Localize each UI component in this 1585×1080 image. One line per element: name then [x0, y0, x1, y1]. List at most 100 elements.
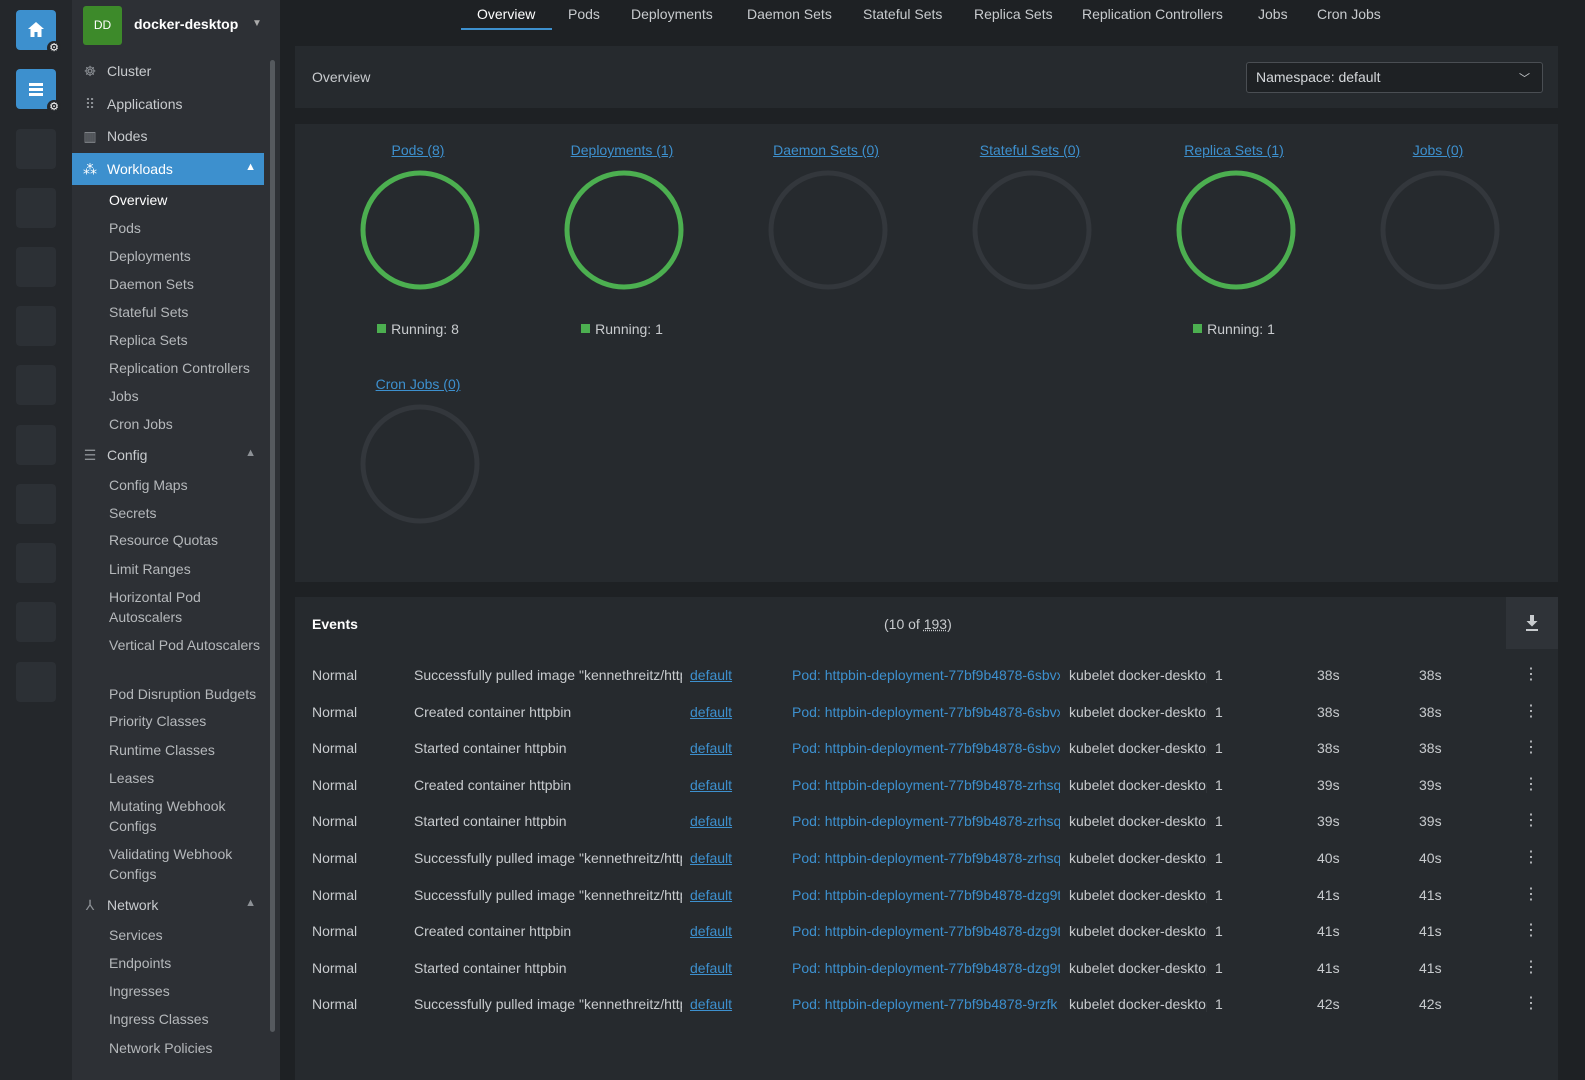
more-menu-icon[interactable]: ⋮ — [1521, 958, 1541, 978]
chart-title-link[interactable]: Stateful Sets (0) — [928, 142, 1132, 158]
table-row[interactable]: Normal Started container httpbin default Po… — [295, 730, 1558, 766]
sidebar-subitem-services[interactable]: Services — [109, 925, 269, 945]
event-namespace-link[interactable]: default — [690, 960, 745, 976]
sidebar-item-config[interactable]: ☰ Config ▲ — [72, 439, 264, 471]
tab-replication-controllers[interactable]: Replication Controllers — [1082, 6, 1223, 30]
sidebar-subitem-ingresses[interactable]: Ingresses — [109, 981, 269, 1001]
tab-pods[interactable]: Pods — [568, 6, 600, 30]
hotbar-slot[interactable] — [16, 247, 56, 287]
table-row[interactable]: Normal Created container httpbin default Po… — [295, 694, 1558, 730]
sidebar-subitem-config-maps[interactable]: Config Maps — [109, 475, 269, 495]
chart-title-link[interactable]: Deployments (1) — [520, 142, 724, 158]
more-menu-icon[interactable]: ⋮ — [1521, 811, 1541, 831]
event-namespace-link[interactable]: default — [690, 850, 745, 866]
more-menu-icon[interactable]: ⋮ — [1521, 702, 1541, 722]
tab-deployments[interactable]: Deployments — [631, 6, 713, 30]
sidebar-subitem-ingress-classes[interactable]: Ingress Classes — [109, 1009, 269, 1029]
sidebar-scrollbar[interactable] — [270, 60, 275, 1032]
event-namespace-link[interactable]: default — [690, 704, 745, 720]
sidebar-subitem-overview[interactable]: Overview — [109, 190, 269, 210]
table-row[interactable]: Normal Successfully pulled image "kenneth… — [295, 877, 1558, 913]
hotbar-slot[interactable] — [16, 306, 56, 346]
chart-title-link[interactable]: Daemon Sets (0) — [724, 142, 928, 158]
sidebar-item-applications[interactable]: ⠿ Applications — [72, 88, 264, 120]
event-namespace-link[interactable]: default — [690, 667, 745, 683]
event-involved-object-link[interactable]: Pod: httpbin-deployment-77bf9b4878-dzg9t — [792, 887, 1060, 903]
sidebar-subitem-jobs[interactable]: Jobs — [109, 386, 269, 406]
event-involved-object-link[interactable]: Pod: httpbin-deployment-77bf9b4878-9rzfk — [792, 996, 1060, 1012]
sidebar-subitem-mutating-webhooks[interactable]: Mutating Webhook Configs — [109, 796, 269, 836]
cluster-hotbar-button[interactable]: ⚙ — [16, 69, 61, 114]
table-row[interactable]: Normal Successfully pulled image "kenneth… — [295, 840, 1558, 876]
table-row[interactable]: Normal Started container httpbin default Po… — [295, 950, 1558, 986]
cluster-switcher[interactable]: DD docker-desktop ▼ — [72, 0, 280, 52]
table-row[interactable]: Normal Started container httpbin default Po… — [295, 803, 1558, 839]
events-count-total[interactable]: 193 — [924, 616, 947, 632]
hotbar-slot[interactable] — [16, 662, 56, 702]
more-menu-icon[interactable]: ⋮ — [1521, 665, 1541, 685]
event-involved-object-link[interactable]: Pod: httpbin-deployment-77bf9b4878-zrhsq — [792, 850, 1060, 866]
event-namespace-link[interactable]: default — [690, 777, 745, 793]
sidebar-subitem-leases[interactable]: Leases — [109, 768, 269, 788]
chart-title-link[interactable]: Replica Sets (1) — [1132, 142, 1336, 158]
namespace-select[interactable]: Namespace: default ﹀ — [1246, 62, 1543, 93]
sidebar-subitem-network-policies[interactable]: Network Policies — [109, 1038, 269, 1058]
sidebar-subitem-daemon-sets[interactable]: Daemon Sets — [109, 274, 269, 294]
event-involved-object-link[interactable]: Pod: httpbin-deployment-77bf9b4878-dzg9t — [792, 960, 1060, 976]
event-namespace-link[interactable]: default — [690, 887, 745, 903]
sidebar-subitem-pdb[interactable]: Pod Disruption Budgets — [109, 684, 269, 704]
event-namespace-link[interactable]: default — [690, 996, 745, 1012]
hotbar-slot[interactable] — [16, 365, 56, 405]
more-menu-icon[interactable]: ⋮ — [1521, 885, 1541, 905]
sidebar-item-cluster[interactable]: ☸ Cluster — [72, 55, 264, 87]
hotbar-slot[interactable] — [16, 188, 56, 228]
event-involved-object-link[interactable]: Pod: httpbin-deployment-77bf9b4878-6sbvx — [792, 740, 1060, 756]
more-menu-icon[interactable]: ⋮ — [1521, 775, 1541, 795]
sidebar-subitem-cron-jobs[interactable]: Cron Jobs — [109, 414, 269, 434]
more-menu-icon[interactable]: ⋮ — [1521, 848, 1541, 868]
event-involved-object-link[interactable]: Pod: httpbin-deployment-77bf9b4878-6sbvx — [792, 667, 1060, 683]
sidebar-subitem-endpoints[interactable]: Endpoints — [109, 953, 269, 973]
hotbar-slot[interactable] — [16, 484, 56, 524]
sidebar-subitem-replication-controllers[interactable]: Replication Controllers — [109, 358, 269, 378]
hotbar-slot[interactable] — [16, 129, 56, 169]
more-menu-icon[interactable]: ⋮ — [1521, 994, 1541, 1014]
tab-overview[interactable]: Overview — [477, 6, 535, 30]
sidebar-item-nodes[interactable]: ▥ Nodes — [72, 120, 264, 152]
sidebar-subitem-pods[interactable]: Pods — [109, 218, 269, 238]
event-namespace-link[interactable]: default — [690, 813, 745, 829]
table-row[interactable]: Normal Successfully pulled image "kenneth… — [295, 657, 1558, 693]
hotbar-slot[interactable] — [16, 543, 56, 583]
tab-daemon-sets[interactable]: Daemon Sets — [747, 6, 832, 30]
more-menu-icon[interactable]: ⋮ — [1521, 921, 1541, 941]
event-involved-object-link[interactable]: Pod: httpbin-deployment-77bf9b4878-dzg9t — [792, 923, 1060, 939]
sidebar-subitem-stateful-sets[interactable]: Stateful Sets — [109, 302, 269, 322]
sidebar-subitem-replica-sets[interactable]: Replica Sets — [109, 330, 269, 350]
sidebar-item-network[interactable]: ⅄ Network ▲ — [72, 889, 264, 921]
hotbar-slot[interactable] — [16, 425, 56, 465]
chart-title-link[interactable]: Cron Jobs (0) — [316, 376, 520, 392]
hotbar-slot[interactable] — [16, 602, 56, 642]
table-row[interactable]: Normal Successfully pulled image "kenneth… — [295, 986, 1558, 1022]
table-row[interactable]: Normal Created container httpbin default Po… — [295, 913, 1558, 949]
sidebar-subitem-validating-webhooks[interactable]: Validating Webhook Configs — [109, 844, 269, 884]
table-row[interactable]: Normal Created container httpbin default Po… — [295, 767, 1558, 803]
sidebar-subitem-vpa[interactable]: Vertical Pod Autoscalers — [109, 635, 269, 655]
sidebar-subitem-resource-quotas[interactable]: Resource Quotas — [109, 530, 269, 550]
sidebar-subitem-deployments[interactable]: Deployments — [109, 246, 269, 266]
sidebar-item-workloads[interactable]: ⁂ Workloads ▲ — [72, 153, 264, 185]
tab-cron-jobs[interactable]: Cron Jobs — [1317, 6, 1381, 30]
home-button[interactable]: ⚙ — [16, 10, 61, 55]
event-involved-object-link[interactable]: Pod: httpbin-deployment-77bf9b4878-zrhsq — [792, 813, 1060, 829]
event-namespace-link[interactable]: default — [690, 740, 745, 756]
chart-title-link[interactable]: Jobs (0) — [1336, 142, 1540, 158]
tab-stateful-sets[interactable]: Stateful Sets — [863, 6, 942, 30]
event-involved-object-link[interactable]: Pod: httpbin-deployment-77bf9b4878-zrhsq — [792, 777, 1060, 793]
sidebar-subitem-limit-ranges[interactable]: Limit Ranges — [109, 559, 269, 579]
download-button[interactable] — [1506, 597, 1558, 649]
sidebar-subitem-hpa[interactable]: Horizontal Pod Autoscalers — [109, 587, 269, 627]
event-involved-object-link[interactable]: Pod: httpbin-deployment-77bf9b4878-6sbvx — [792, 704, 1060, 720]
event-namespace-link[interactable]: default — [690, 923, 745, 939]
chart-title-link[interactable]: Pods (8) — [316, 142, 520, 158]
more-menu-icon[interactable]: ⋮ — [1521, 738, 1541, 758]
